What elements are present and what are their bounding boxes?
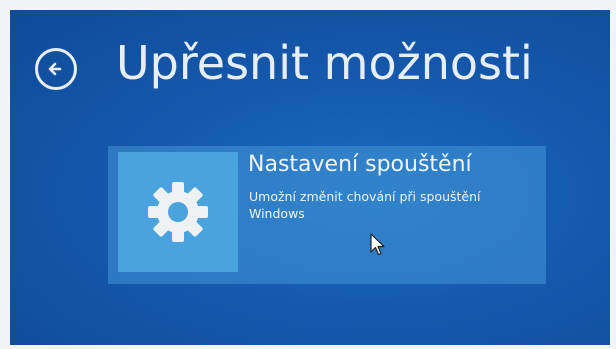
back-arrow-circle-icon (48, 62, 62, 76)
back-button[interactable] (35, 48, 77, 90)
recovery-screen: Upřesnit možnosti Nastavení spouštění Um… (10, 10, 610, 345)
tile-title: Nastavení spouštění (248, 152, 472, 177)
tile-description: Umožní změnit chování při spouštění Wind… (249, 189, 481, 221)
tile-icon-box (118, 152, 238, 272)
page-title: Upřesnit možnosti (116, 36, 533, 90)
mouse-pointer-icon (370, 233, 385, 256)
gear-icon (148, 182, 208, 242)
photo-frame: Upřesnit možnosti Nastavení spouštění Um… (0, 0, 616, 349)
startup-settings-tile[interactable]: Nastavení spouštění Umožní změnit chován… (108, 146, 546, 284)
